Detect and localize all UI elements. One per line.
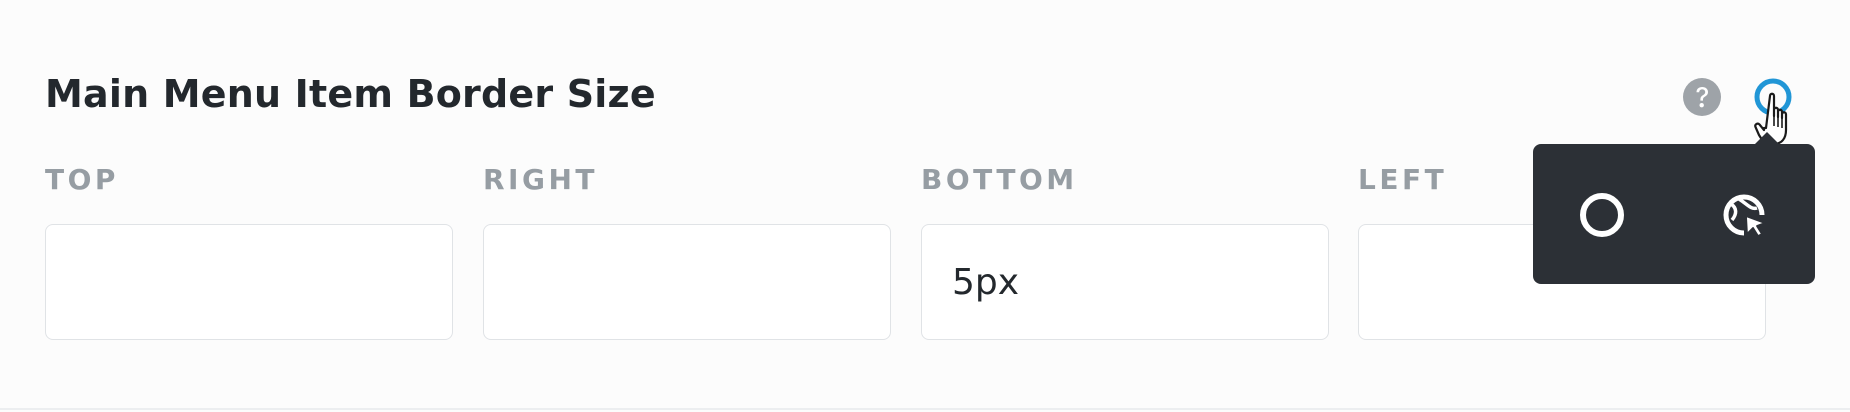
border-left-label: LEFT [1358,163,1448,196]
border-bottom-field: BOTTOM [921,160,1329,340]
state-popover [1533,132,1815,284]
border-right-input[interactable] [483,224,891,340]
border-bottom-label: BOTTOM [921,163,1078,196]
border-bottom-input[interactable] [921,224,1329,340]
border-right-label: RIGHT [483,163,598,196]
state-hover-button[interactable] [1717,188,1771,242]
border-top-label: TOP [45,163,119,196]
border-left-field: LEFT [1358,160,1766,340]
option-panel: Main Menu Item Border Size TOP RIGHT BOT… [0,0,1850,412]
option-title: Main Menu Item Border Size [45,72,656,116]
border-right-field: RIGHT [483,160,891,340]
circle-outline-icon [1580,193,1624,237]
border-top-field: TOP [45,160,453,340]
question-circle-icon[interactable] [1682,77,1722,117]
popover-arrow [1755,132,1779,144]
cursor-hover-icon [1723,194,1766,237]
border-top-input[interactable] [45,224,453,340]
section-divider [0,408,1850,410]
state-normal-button[interactable] [1575,188,1629,242]
